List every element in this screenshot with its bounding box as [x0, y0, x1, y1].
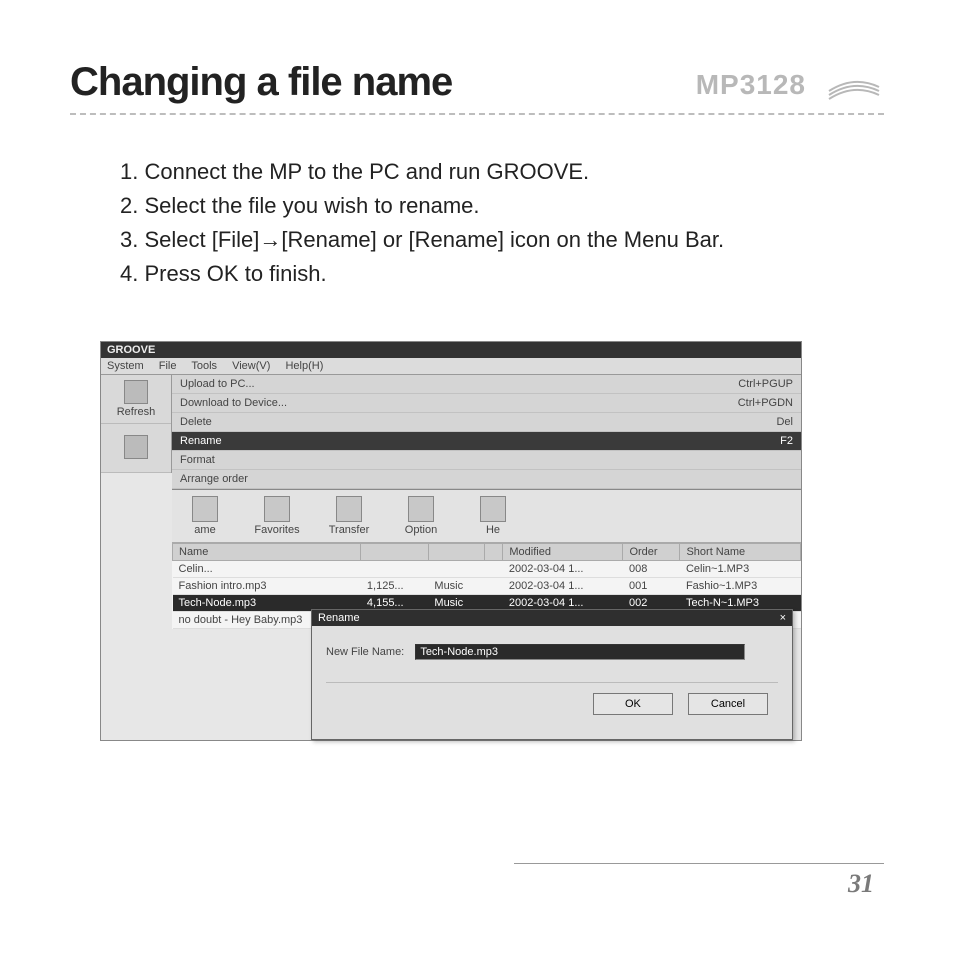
- option-icon: [408, 496, 434, 522]
- menu-view[interactable]: View(V): [232, 360, 270, 372]
- page-title: Changing a file name: [70, 60, 452, 105]
- menu-system[interactable]: System: [107, 360, 144, 372]
- name-icon: [192, 496, 218, 522]
- toolbar-icon: [124, 435, 148, 459]
- transfer-icon: [336, 496, 362, 522]
- toolbar-btn-favorites[interactable]: Favorites: [256, 496, 298, 536]
- menu-file[interactable]: File: [159, 360, 177, 372]
- menu-tools[interactable]: Tools: [191, 360, 217, 372]
- menu-item-download[interactable]: Download to Device...Ctrl+PGDN: [172, 394, 801, 413]
- toolbar-btn-name[interactable]: ame: [184, 496, 226, 536]
- icon-toolbar: ame Favorites Transfer Option He: [172, 490, 801, 543]
- step-4: 4. Press OK to finish.: [120, 257, 884, 291]
- cancel-button[interactable]: Cancel: [688, 693, 768, 715]
- app-screenshot: GROOVE System File Tools View(V) Help(H)…: [100, 341, 802, 741]
- ok-button[interactable]: OK: [593, 693, 673, 715]
- window-title: GROOVE: [101, 342, 801, 358]
- menu-item-rename[interactable]: RenameF2: [172, 432, 801, 451]
- step-3: 3. Select [File]→[Rename] or [Rename] ic…: [120, 223, 884, 257]
- table-header-row: Name Modified Order Short Name: [173, 544, 801, 561]
- left-toolbar: Refresh: [101, 375, 172, 473]
- footer-rule: [514, 863, 884, 864]
- step-1: 1. Connect the MP to the PC and run GROO…: [120, 155, 884, 189]
- new-filename-input[interactable]: [415, 644, 745, 660]
- refresh-icon: [124, 380, 148, 404]
- menu-item-upload[interactable]: Upload to PC...Ctrl+PGUP: [172, 375, 801, 394]
- header-divider: [70, 113, 884, 115]
- toolbar-btn-transfer[interactable]: Transfer: [328, 496, 370, 536]
- instruction-steps: 1. Connect the MP to the PC and run GROO…: [70, 155, 884, 291]
- model-label: MP3128: [696, 69, 806, 101]
- file-menu-dropdown[interactable]: Upload to PC...Ctrl+PGUP Download to Dev…: [172, 375, 801, 490]
- page-number: 31: [848, 869, 874, 899]
- menu-item-format[interactable]: Format: [172, 451, 801, 470]
- menu-help[interactable]: Help(H): [285, 360, 323, 372]
- toolbar-button-2[interactable]: [101, 424, 171, 473]
- menu-bar[interactable]: System File Tools View(V) Help(H): [101, 358, 801, 375]
- dialog-title: Rename: [318, 612, 360, 624]
- table-row[interactable]: Fashion intro.mp31,125...Music 2002-03-0…: [173, 578, 801, 595]
- help-icon: [480, 496, 506, 522]
- step-2: 2. Select the file you wish to rename.: [120, 189, 884, 223]
- refresh-button[interactable]: Refresh: [101, 375, 171, 424]
- favorites-icon: [264, 496, 290, 522]
- rename-dialog: Rename × New File Name: OK Cancel: [311, 609, 793, 740]
- new-filename-label: New File Name:: [326, 646, 404, 658]
- close-icon[interactable]: ×: [780, 612, 786, 624]
- refresh-label: Refresh: [117, 406, 156, 418]
- menu-item-delete[interactable]: DeleteDel: [172, 413, 801, 432]
- toolbar-btn-option[interactable]: Option: [400, 496, 442, 536]
- toolbar-btn-help[interactable]: He: [472, 496, 514, 536]
- book-logo-icon: [824, 65, 884, 105]
- table-row[interactable]: Celin... 2002-03-04 1...008Celin~1.MP3: [173, 561, 801, 578]
- menu-item-arrange[interactable]: Arrange order: [172, 470, 801, 489]
